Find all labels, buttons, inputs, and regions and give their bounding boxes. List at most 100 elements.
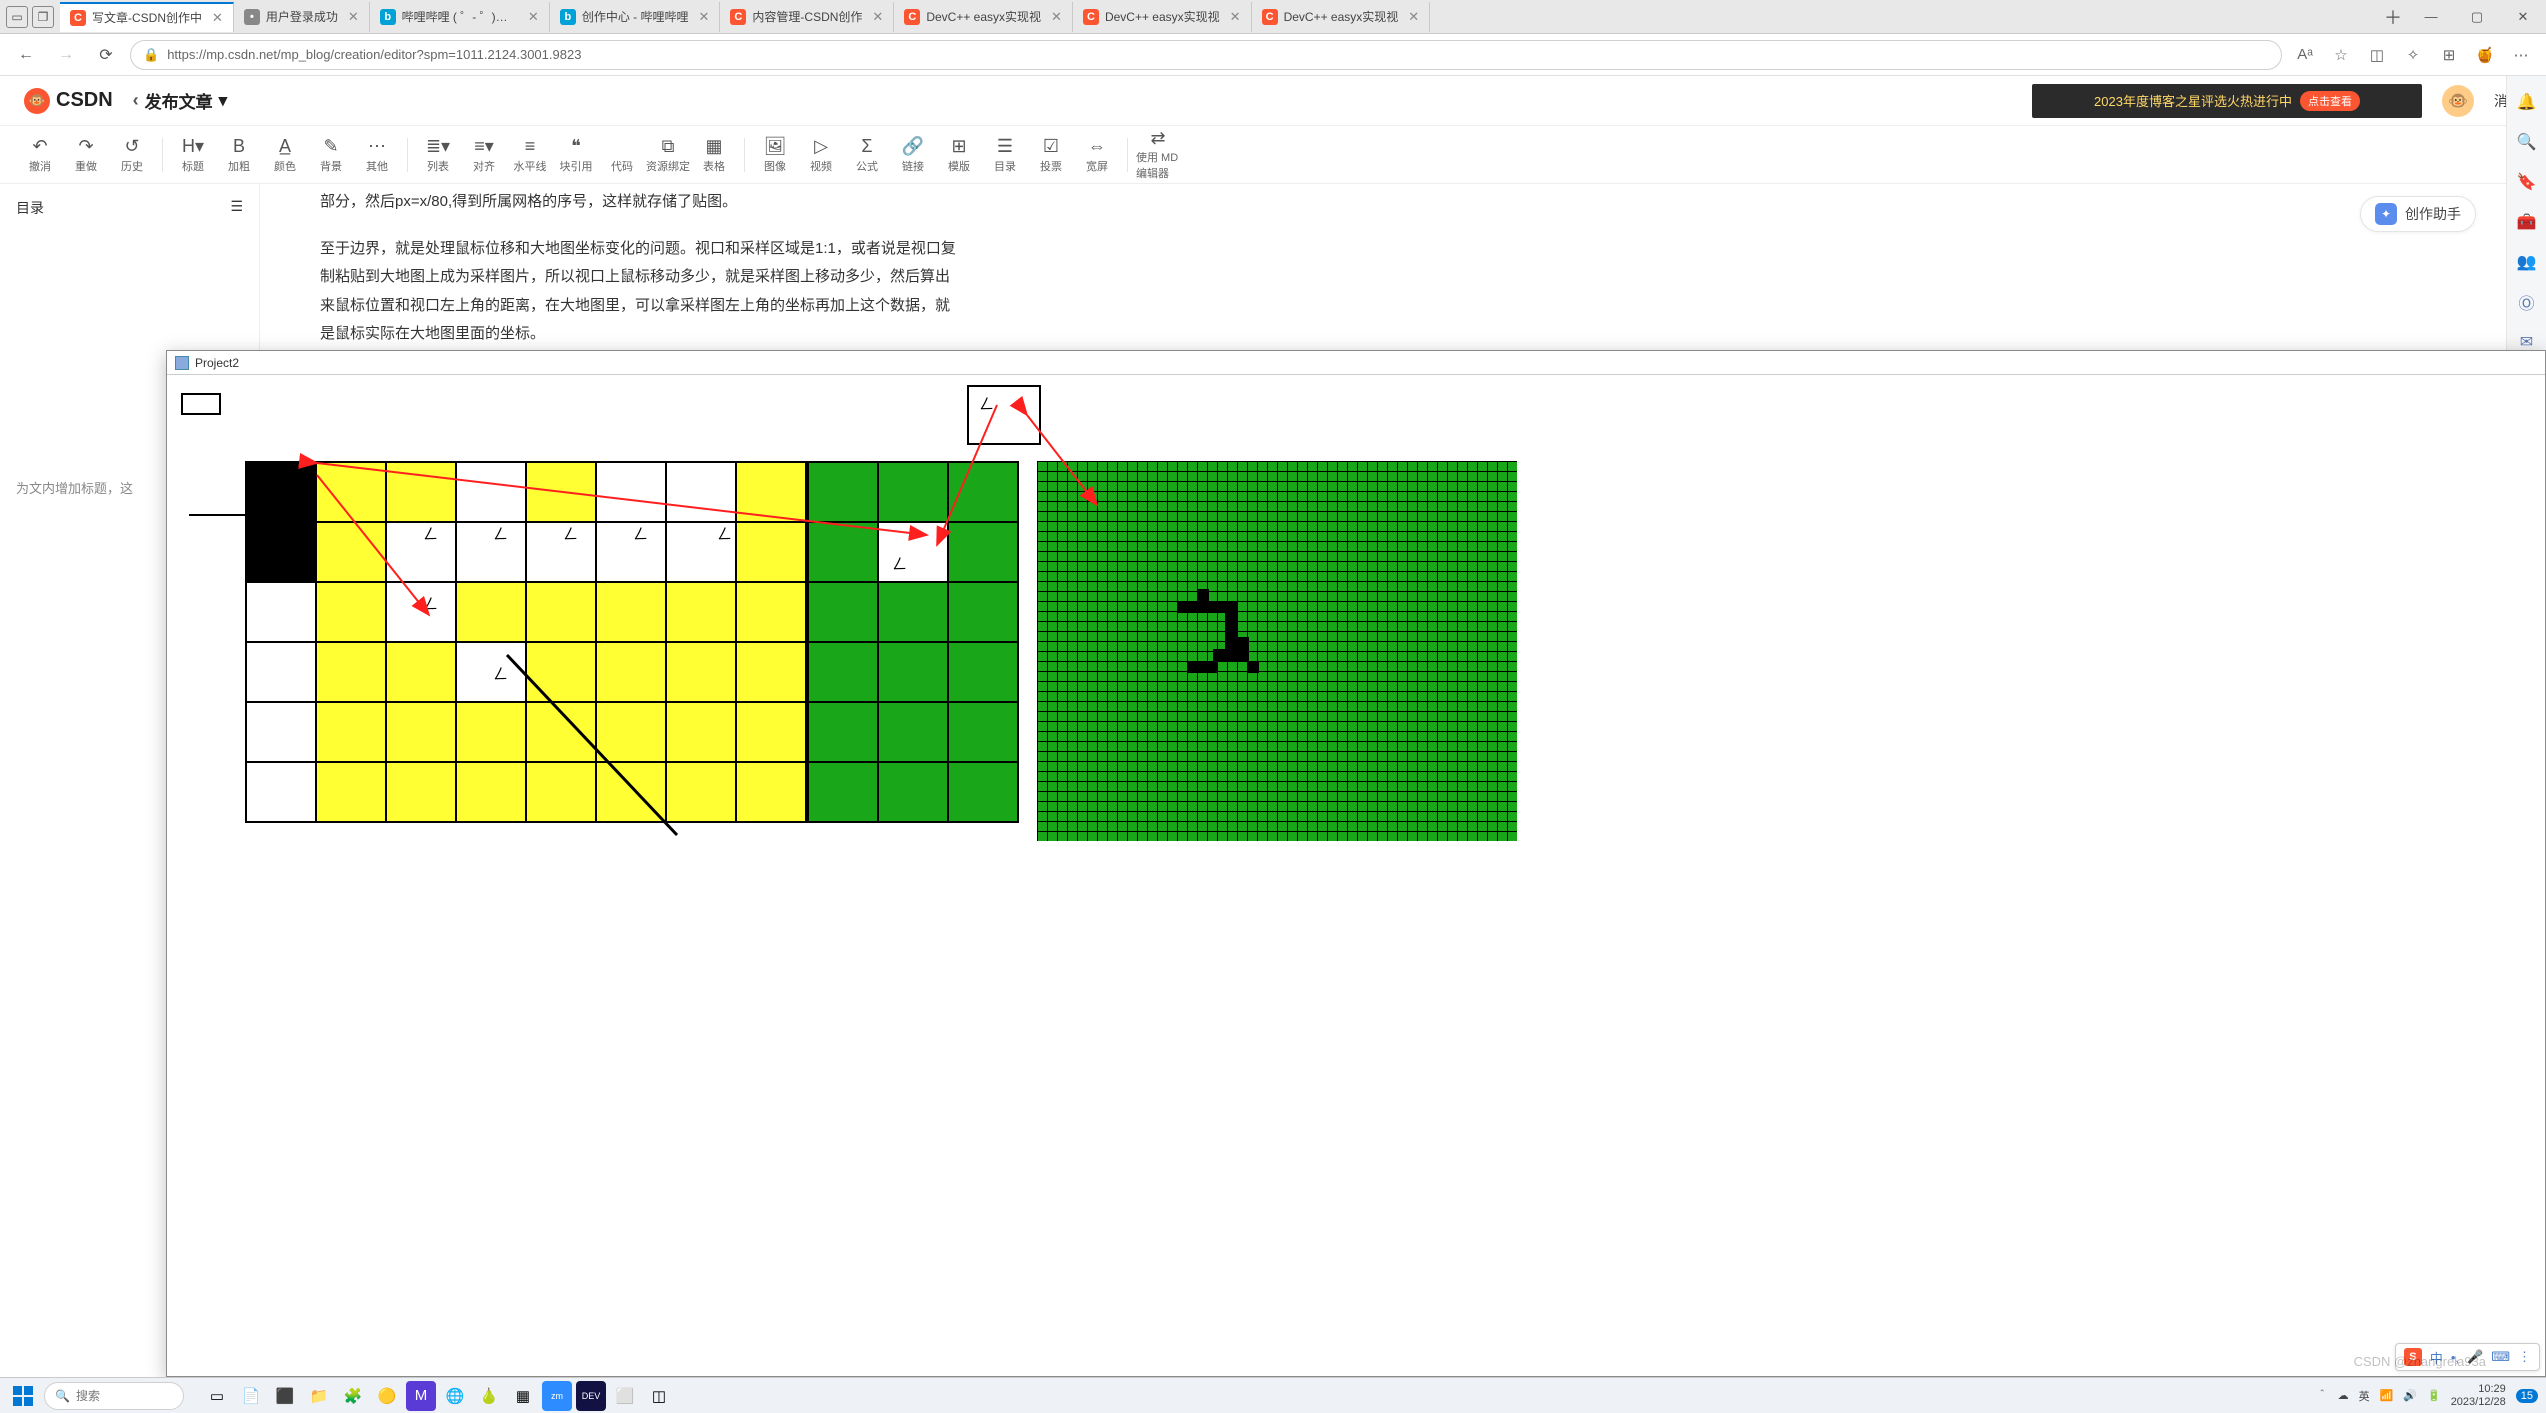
system-tray[interactable]: ＾ ☁ 英 📶 🔊 🔋 10:29 2023/12/28 15 (2317, 1383, 2538, 1407)
lang-icon[interactable]: 英 (2359, 1388, 2370, 1404)
browser-tab[interactable]: b哔哩哔哩 ( ゜- ゜)つロ✕ (370, 2, 550, 32)
toc-toggle-icon[interactable]: ☰ (230, 198, 243, 218)
ime-more-icon[interactable]: ⋮ (2518, 1349, 2531, 1365)
notifications-badge[interactable]: 15 (2516, 1389, 2538, 1403)
toolbar-宽屏[interactable]: ⇔宽屏 (1075, 131, 1119, 179)
toolbar-重做[interactable]: ↷重做 (64, 131, 108, 179)
app-icon[interactable]: M (406, 1381, 436, 1411)
promo-banner[interactable]: 2023年度博客之星评选火热进行中 点击查看 (2032, 84, 2422, 118)
toolbar-代码[interactable]: 代码 (600, 131, 644, 179)
battery-icon[interactable]: 🔋 (2427, 1389, 2441, 1402)
csdn-logo[interactable]: 🐵 CSDN (24, 88, 113, 114)
split-icon[interactable]: ◫ (2362, 40, 2392, 70)
toolbar-其他[interactable]: ⋯其他 (355, 131, 399, 179)
devcpp-icon[interactable]: DEV (576, 1381, 606, 1411)
app-icon[interactable]: ⬛ (270, 1381, 300, 1411)
project2-titlebar[interactable]: Project2 (167, 351, 2545, 375)
tab-close-icon[interactable]: ✕ (872, 9, 883, 25)
favorite-icon[interactable]: ☆ (2326, 40, 2356, 70)
workspaces-icon[interactable]: ❐ (32, 6, 54, 28)
app-icon[interactable]: 📄 (236, 1381, 266, 1411)
toolbar-撤消[interactable]: ↶撤消 (18, 131, 62, 179)
back-button[interactable]: ← (10, 39, 42, 71)
browser-tab[interactable]: CDevC++ easyx实现视✕ (1252, 2, 1431, 32)
toolbar-资源绑定[interactable]: ⧉资源绑定 (646, 131, 690, 179)
tab-close-icon[interactable]: ✕ (528, 9, 539, 25)
address-field[interactable]: 🔒 https://mp.csdn.net/mp_blog/creation/e… (130, 40, 2282, 70)
browser-tab[interactable]: C写文章-CSDN创作中✕ (60, 2, 234, 32)
publish-article-button[interactable]: ‹ 发布文章 ▾ (133, 88, 228, 113)
toolbar-标题[interactable]: H▾标题 (171, 131, 215, 179)
tab-close-icon[interactable]: ✕ (348, 9, 359, 25)
wifi-icon[interactable]: 📶 (2380, 1389, 2394, 1402)
tab-close-icon[interactable]: ✕ (1051, 9, 1062, 25)
start-button[interactable] (8, 1381, 38, 1411)
app-icon[interactable]: 🧩 (338, 1381, 368, 1411)
app-icon[interactable]: 🍐 (474, 1381, 504, 1411)
maximize-button[interactable]: ▢ (2454, 0, 2500, 33)
refresh-button[interactable]: ⟳ (90, 39, 122, 71)
toolbar-历史[interactable]: ↺历史 (110, 131, 154, 179)
app-icon[interactable]: ⬜ (610, 1381, 640, 1411)
browser-tab[interactable]: CDevC++ easyx实现视✕ (1073, 2, 1252, 32)
toolbar-公式[interactable]: Σ公式 (845, 131, 889, 179)
minimize-button[interactable]: — (2408, 0, 2454, 33)
toolbar-颜色[interactable]: A̲颜色 (263, 131, 307, 179)
volume-icon[interactable]: 🔊 (2403, 1389, 2417, 1402)
toolbar-背景[interactable]: ✎背景 (309, 131, 353, 179)
toolbar-链接[interactable]: 🔗链接 (891, 131, 935, 179)
toolbar-模版[interactable]: ⊞模版 (937, 131, 981, 179)
app-icon[interactable]: ▦ (508, 1381, 538, 1411)
toolbar-使用 MD 编辑器[interactable]: ⇄使用 MD 编辑器 (1136, 131, 1180, 179)
search-icon[interactable]: 🔍 (2515, 130, 2539, 154)
people-icon[interactable]: 👥 (2515, 250, 2539, 274)
zoom-icon[interactable]: zm (542, 1381, 572, 1411)
read-aloud-icon[interactable]: Aᵃ (2290, 40, 2320, 70)
toolbar-列表[interactable]: ≣▾列表 (416, 131, 460, 179)
onedrive-icon[interactable]: ☁ (2338, 1389, 2349, 1402)
profile-icon[interactable]: ▭ (6, 6, 28, 28)
toolbox-icon[interactable]: 🧰 (2515, 210, 2539, 234)
chrome-icon[interactable]: 🟡 (372, 1381, 402, 1411)
new-tab-button[interactable]: ＋ (2378, 0, 2408, 33)
toolbar-块引用[interactable]: ❝块引用 (554, 131, 598, 179)
bell-icon[interactable]: 🔔 (2515, 90, 2539, 114)
avatar[interactable]: 🐵 (2442, 85, 2474, 117)
project2-window[interactable]: Project2 ㄥ ㄥ ㄥ ㄥ ㄥ ㄥ ㄥ ㄥ ㄥ (166, 350, 2546, 1377)
more-icon[interactable]: ⋯ (2506, 40, 2536, 70)
browser-tab[interactable]: C内容管理-CSDN创作✕ (720, 2, 894, 32)
tray-chevron-icon[interactable]: ＾ (2317, 1388, 2328, 1404)
toolbar-加粗[interactable]: B加粗 (217, 131, 261, 179)
clock[interactable]: 10:29 2023/12/28 (2451, 1383, 2506, 1407)
explorer-icon[interactable]: 📁 (304, 1381, 334, 1411)
url-bar: ← → ⟳ 🔒 https://mp.csdn.net/mp_blog/crea… (0, 34, 2546, 76)
browser-tab[interactable]: b创作中心 - 哔哩哔哩✕ (550, 2, 721, 32)
tab-close-icon[interactable]: ✕ (1408, 9, 1419, 25)
collections-icon[interactable]: ✧ (2398, 40, 2428, 70)
extensions-icon[interactable]: ⊞ (2434, 40, 2464, 70)
office-icon[interactable]: Ⓞ (2515, 290, 2539, 314)
toolbar-表格[interactable]: ▦表格 (692, 131, 736, 179)
browser-tab[interactable]: CDevC++ easyx实现视✕ (894, 2, 1073, 32)
cursor-glyph: ㄥ (423, 593, 438, 614)
app-icon[interactable]: ◫ (644, 1381, 674, 1411)
assistant-bubble[interactable]: ✦ 创作助手 (2360, 196, 2476, 232)
toolbar-视频[interactable]: ▷视频 (799, 131, 843, 179)
shopping-icon[interactable]: 🔖 (2515, 170, 2539, 194)
tab-close-icon[interactable]: ✕ (212, 10, 223, 26)
toolbar-对齐[interactable]: ≡▾对齐 (462, 131, 506, 179)
taskbar-search[interactable]: 🔍 搜索 (44, 1382, 184, 1410)
tab-close-icon[interactable]: ✕ (1230, 9, 1241, 25)
ime-keyboard-icon[interactable]: ⌨ (2491, 1349, 2510, 1365)
honey-icon[interactable]: 🍯 (2470, 40, 2500, 70)
toolbar-水平线[interactable]: ≡水平线 (508, 131, 552, 179)
toolbar-目录[interactable]: ☰目录 (983, 131, 1027, 179)
taskview-icon[interactable]: ▭ (202, 1381, 232, 1411)
toolbar-投票[interactable]: ☑投票 (1029, 131, 1073, 179)
promo-cta-button[interactable]: 点击查看 (2300, 91, 2360, 111)
tab-close-icon[interactable]: ✕ (699, 9, 710, 25)
browser-tab[interactable]: •用户登录成功✕ (234, 2, 370, 32)
toolbar-图像[interactable]: 🖼图像 (753, 131, 797, 179)
edge-icon[interactable]: 🌐 (440, 1381, 470, 1411)
close-button[interactable]: ✕ (2500, 0, 2546, 33)
